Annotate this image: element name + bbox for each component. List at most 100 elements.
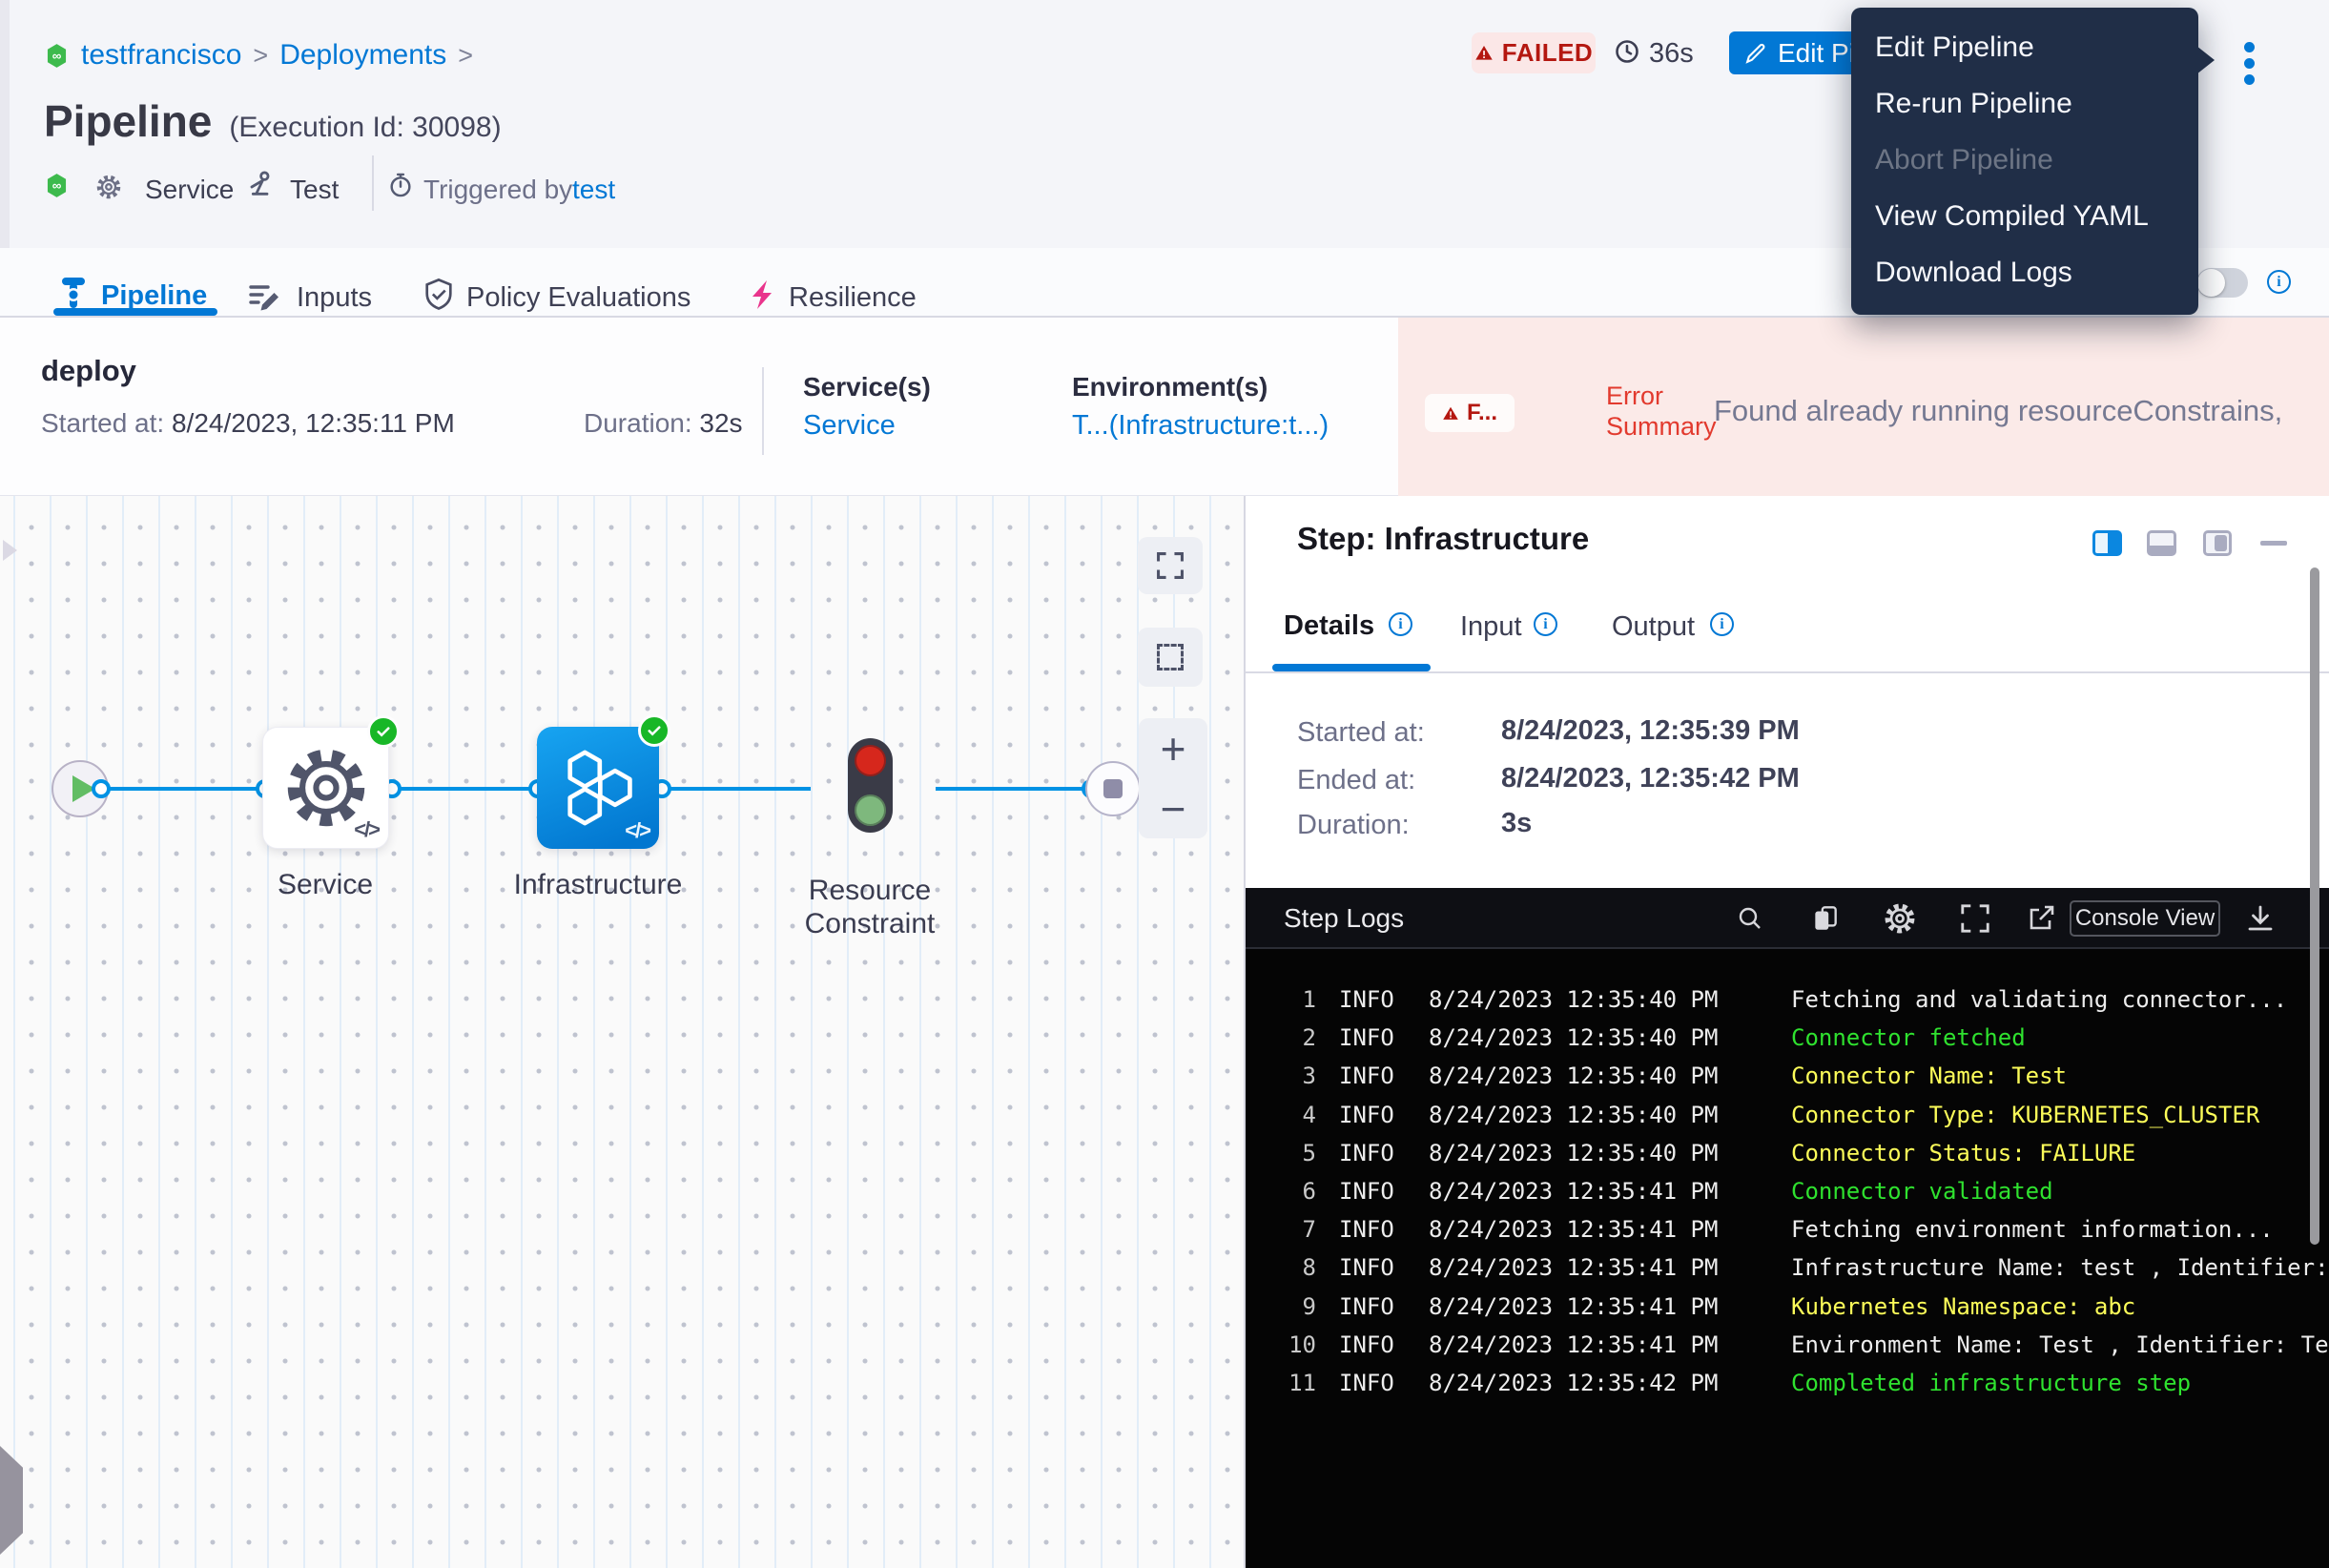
log-line: 3INFO8/24/2023 12:35:40 PMConnector Name… bbox=[1246, 1057, 2329, 1095]
search-icon[interactable] bbox=[1737, 905, 1763, 932]
view-toggle-switch[interactable] bbox=[2196, 268, 2248, 298]
download-icon[interactable] bbox=[2245, 903, 2276, 934]
stage-divider bbox=[762, 367, 764, 455]
warning-triangle-icon bbox=[1442, 405, 1459, 422]
log-line: 11INFO8/24/2023 12:35:42 PMCompleted inf… bbox=[1246, 1364, 2329, 1402]
fit-to-screen-button[interactable] bbox=[1138, 537, 1203, 594]
resilience-icon bbox=[747, 279, 779, 311]
menu-item-rerun-pipeline[interactable]: Re-run Pipeline bbox=[1851, 75, 2198, 132]
fullscreen-icon[interactable] bbox=[1959, 902, 1991, 935]
log-line: 5INFO8/24/2023 12:35:40 PMConnector Stat… bbox=[1246, 1134, 2329, 1172]
marquee-icon bbox=[1157, 644, 1184, 671]
failed-mini-badge: F... bbox=[1425, 394, 1515, 432]
environment-link[interactable]: T...(Infrastructure:t...) bbox=[1072, 410, 1329, 442]
stage-name[interactable]: deploy bbox=[41, 354, 136, 388]
traffic-light-green bbox=[855, 794, 886, 826]
console-view-button[interactable]: Console View bbox=[2070, 900, 2220, 937]
active-tab-underline bbox=[1272, 664, 1431, 671]
layout-horizontal-split-button[interactable] bbox=[2147, 530, 2176, 556]
pencil-icon bbox=[1744, 41, 1768, 65]
step-details-panel: Step: Infrastructure Details Input Outpu… bbox=[1246, 496, 2329, 1568]
menu-item-view-compiled-yaml[interactable]: View Compiled YAML bbox=[1851, 188, 2198, 244]
chevron-right-icon bbox=[3, 540, 17, 561]
info-icon[interactable] bbox=[1389, 612, 1412, 636]
clock-icon bbox=[1614, 38, 1640, 65]
tab-inputs[interactable]: Inputs bbox=[297, 282, 372, 314]
stop-icon bbox=[1103, 779, 1123, 798]
graph-end-node[interactable] bbox=[1085, 761, 1141, 816]
log-line: 6INFO8/24/2023 12:35:41 PMConnector vali… bbox=[1246, 1172, 2329, 1210]
svg-text:∞: ∞ bbox=[52, 49, 62, 63]
expand-icon bbox=[1155, 550, 1185, 581]
breadcrumb-chevron-icon: > bbox=[253, 41, 268, 71]
open-in-new-icon[interactable] bbox=[2026, 903, 2056, 934]
infrastructure-step-node[interactable]: </> bbox=[537, 727, 659, 849]
field-label: Ended at: bbox=[1297, 765, 1415, 796]
service-step-node[interactable]: </> bbox=[262, 727, 389, 849]
layout-vertical-split-button[interactable] bbox=[2092, 530, 2122, 556]
zoom-controls: + − bbox=[1139, 718, 1207, 838]
success-check-icon bbox=[638, 714, 670, 747]
zoom-out-button[interactable]: − bbox=[1139, 778, 1207, 838]
marquee-select-button[interactable] bbox=[1138, 628, 1203, 687]
error-summary-label: Error Summary bbox=[1606, 381, 1717, 442]
breadcrumb-project-link[interactable]: testfrancisco bbox=[81, 39, 241, 72]
pipeline-graph-canvas[interactable]: </> Service </> Infrastructure Resource … bbox=[0, 496, 1246, 1568]
tab-input[interactable]: Input bbox=[1460, 611, 1522, 643]
info-icon[interactable] bbox=[2267, 270, 2291, 294]
field-label: Started at: bbox=[1297, 717, 1425, 749]
panel-scrollbar[interactable] bbox=[2310, 567, 2319, 1245]
graph-edge bbox=[661, 787, 811, 791]
services-label: Service(s) bbox=[803, 372, 931, 402]
menu-item-download-logs[interactable]: Download Logs bbox=[1851, 244, 2198, 300]
triggered-by-user-link[interactable]: test bbox=[572, 175, 615, 205]
status-badge-label: FAILED bbox=[1502, 38, 1593, 68]
breadcrumb-chevron-icon: > bbox=[458, 41, 473, 71]
step-logs-console[interactable]: Step Logs Console View 1INFO8/24/2023 12… bbox=[1246, 888, 2329, 1568]
traffic-light-red bbox=[855, 745, 886, 776]
panel-divider bbox=[1246, 671, 2329, 673]
environments-label: Environment(s) bbox=[1072, 372, 1268, 402]
copy-icon[interactable] bbox=[1810, 903, 1841, 934]
info-icon[interactable] bbox=[1534, 612, 1557, 636]
harness-logo-icon: ∞ bbox=[44, 173, 70, 198]
info-icon[interactable] bbox=[1710, 612, 1734, 636]
status-badge: FAILED bbox=[1472, 32, 1596, 73]
elapsed-time: 36s bbox=[1649, 38, 1694, 70]
more-options-button[interactable] bbox=[2240, 38, 2258, 89]
log-line: 1INFO8/24/2023 12:35:40 PMFetching and v… bbox=[1246, 980, 2329, 1019]
layout-right-panel-button[interactable] bbox=[2203, 530, 2232, 556]
svg-text:∞: ∞ bbox=[52, 178, 62, 193]
graph-edge bbox=[936, 787, 1086, 791]
triggered-by-label: Triggered by bbox=[423, 175, 572, 205]
stage-started-at: Started at: 8/24/2023, 12:35:11 PM bbox=[41, 408, 455, 439]
code-glyph: </> bbox=[354, 817, 379, 842]
resource-constraint-node[interactable] bbox=[848, 738, 893, 833]
log-line: 4INFO8/24/2023 12:35:40 PMConnector Type… bbox=[1246, 1096, 2329, 1134]
inputs-tab-icon bbox=[247, 279, 281, 313]
pipeline-context-menu: Edit Pipeline Re-run Pipeline Abort Pipe… bbox=[1851, 8, 2198, 315]
meta-stage-label: Test bbox=[290, 175, 339, 205]
tab-details[interactable]: Details bbox=[1284, 610, 1374, 642]
gear-icon[interactable] bbox=[1883, 901, 1917, 936]
failed-mini-badge-label: F... bbox=[1467, 400, 1497, 426]
stage-duration: Duration: 32s bbox=[584, 408, 743, 439]
minimize-panel-button[interactable] bbox=[2260, 541, 2287, 546]
breadcrumb-deployments-link[interactable]: Deployments bbox=[279, 39, 446, 72]
menu-item-edit-pipeline[interactable]: Edit Pipeline bbox=[1851, 19, 2198, 75]
tab-output[interactable]: Output bbox=[1612, 611, 1695, 643]
tab-policy-evaluations[interactable]: Policy Evaluations bbox=[466, 282, 690, 314]
graph-edge bbox=[100, 787, 264, 791]
meta-service-label: Service bbox=[145, 175, 234, 205]
policy-shield-icon bbox=[421, 277, 457, 313]
gear-icon bbox=[95, 174, 122, 200]
edge-connector-dot bbox=[92, 779, 111, 798]
step-panel-title: Step: Infrastructure bbox=[1297, 521, 1589, 557]
tab-resilience[interactable]: Resilience bbox=[789, 282, 917, 314]
error-summary-message[interactable]: Found already running resourceConstrains… bbox=[1714, 394, 2292, 428]
stopwatch-icon bbox=[387, 172, 414, 198]
expand-left-panel-handle[interactable] bbox=[0, 1446, 23, 1555]
breadcrumb: ∞ testfrancisco > Deployments > bbox=[44, 40, 473, 71]
zoom-in-button[interactable]: + bbox=[1139, 718, 1207, 778]
service-link[interactable]: Service bbox=[803, 410, 896, 442]
